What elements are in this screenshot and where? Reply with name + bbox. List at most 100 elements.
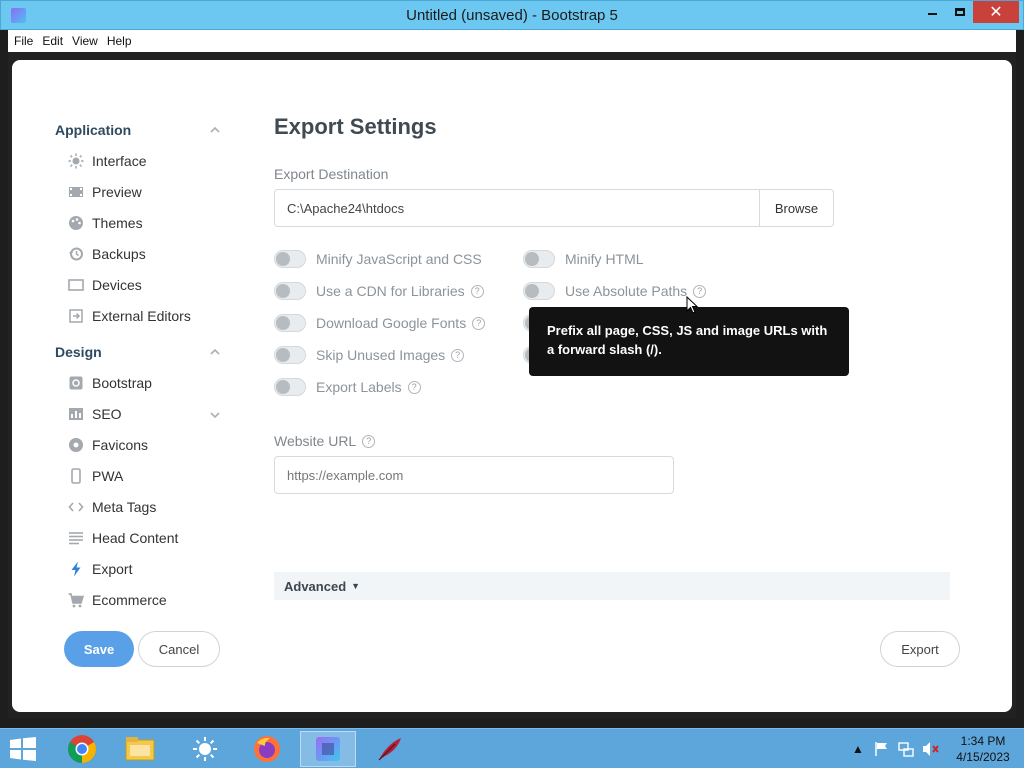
- sidebar-item-label: PWA: [92, 468, 124, 484]
- title-bar: Untitled (unsaved) - Bootstrap 5 ✕: [0, 0, 1024, 30]
- advanced-label: Advanced: [284, 578, 347, 594]
- circle-icon: [68, 437, 84, 453]
- window-title: Untitled (unsaved) - Bootstrap 5: [406, 7, 618, 24]
- absolute-paths-toggle[interactable]: [523, 282, 555, 300]
- folder-icon: [125, 737, 155, 761]
- toggle-row: Use Absolute Paths ?: [523, 280, 707, 302]
- maximize-button[interactable]: [947, 1, 973, 23]
- toggle-row: Use a CDN for Libraries ?: [274, 280, 484, 302]
- chrome-app[interactable]: [54, 731, 110, 767]
- sidebar-item-label: Ecommerce: [92, 592, 167, 608]
- website-url-input[interactable]: https://example.com: [274, 456, 674, 494]
- website-url-label: Website URL: [274, 433, 357, 449]
- sidebar-item-head-content[interactable]: Head Content: [68, 526, 178, 550]
- browse-button[interactable]: Browse: [759, 190, 833, 226]
- sidebar-item-external-editors[interactable]: External Editors: [68, 304, 191, 328]
- feather-app[interactable]: [362, 731, 418, 767]
- monitor-icon: [68, 277, 84, 293]
- chevron-up-icon[interactable]: [209, 124, 221, 136]
- sidebar-item-backups[interactable]: Backups: [68, 242, 146, 266]
- cancel-button[interactable]: Cancel: [138, 631, 220, 667]
- chrome-icon: [68, 735, 96, 763]
- sidebar-item-label: Backups: [92, 246, 146, 262]
- firefox-icon: [254, 736, 280, 762]
- sidebar-item-seo[interactable]: SEO: [68, 402, 122, 426]
- toggle-row: Minify JavaScript and CSS: [274, 248, 482, 270]
- sidebar-item-pwa[interactable]: PWA: [68, 464, 123, 488]
- close-button[interactable]: ✕: [973, 1, 1019, 23]
- export-labels-toggle[interactable]: [274, 378, 306, 396]
- help-icon[interactable]: ?: [472, 316, 486, 330]
- help-icon[interactable]: ?: [407, 380, 421, 394]
- mouse-cursor-icon: [686, 296, 698, 314]
- chevron-up-icon[interactable]: [209, 346, 221, 358]
- flag-icon[interactable]: [874, 729, 890, 768]
- chart-icon: [68, 406, 84, 422]
- export-button[interactable]: Export: [880, 631, 960, 667]
- menu-help[interactable]: Help: [107, 34, 132, 48]
- sidebar-item-devices[interactable]: Devices: [68, 273, 142, 297]
- code-icon: [68, 499, 84, 515]
- tooltip: Prefix all page, CSS, JS and image URLs …: [529, 307, 849, 376]
- external-icon: [68, 308, 84, 324]
- caret-down-icon: ▼: [351, 581, 361, 591]
- network-icon[interactable]: [898, 729, 914, 768]
- weather-app[interactable]: [177, 731, 233, 767]
- sidebar-item-interface[interactable]: Interface: [68, 149, 146, 173]
- export-destination-input[interactable]: C:\Apache24\htdocs: [275, 190, 759, 226]
- help-icon[interactable]: ?: [451, 348, 465, 362]
- menu-file[interactable]: File: [14, 34, 33, 48]
- toggle-row: Skip Unused Images ?: [274, 344, 465, 366]
- menu-bar: File Edit View Help: [8, 30, 1016, 52]
- menu-view[interactable]: View: [72, 34, 98, 48]
- skip-unused-images-toggle[interactable]: [274, 346, 306, 364]
- file-explorer-app[interactable]: [112, 731, 168, 767]
- use-cdn-toggle[interactable]: [274, 282, 306, 300]
- download-fonts-toggle[interactable]: [274, 314, 306, 332]
- sidebar-item-export[interactable]: Export: [68, 557, 132, 581]
- cart-icon: [68, 592, 84, 608]
- sidebar-item-label: Bootstrap: [92, 375, 152, 391]
- history-icon: [68, 246, 84, 262]
- taskbar: ▲ 1:34 PM 4/15/2023: [0, 728, 1024, 768]
- show-hidden-icons[interactable]: ▲: [852, 729, 864, 768]
- firefox-app[interactable]: [239, 731, 295, 767]
- help-icon[interactable]: ?: [362, 434, 376, 448]
- help-icon[interactable]: ?: [470, 284, 484, 298]
- taskbar-clock[interactable]: 1:34 PM 4/15/2023: [950, 733, 1016, 765]
- sidebar-item-meta-tags[interactable]: Meta Tags: [68, 495, 156, 519]
- save-button[interactable]: Save: [64, 631, 134, 667]
- bootstrap-studio-app[interactable]: [300, 731, 356, 767]
- minify-html-toggle[interactable]: [523, 250, 555, 268]
- toggle-label: Skip Unused Images: [316, 347, 446, 363]
- sidebar-section-design[interactable]: Design: [55, 344, 102, 360]
- sidebar-section-application[interactable]: Application: [55, 122, 131, 138]
- bootstrap-studio-icon: [316, 737, 340, 761]
- sidebar-item-label: Themes: [92, 215, 143, 231]
- clock-date: 4/15/2023: [956, 750, 1010, 764]
- sidebar-item-ecommerce[interactable]: Ecommerce: [68, 588, 167, 612]
- clock-time: 1:34 PM: [960, 734, 1006, 748]
- minimize-button[interactable]: [919, 1, 945, 23]
- volume-muted-icon[interactable]: [922, 729, 940, 768]
- sidebar-item-themes[interactable]: Themes: [68, 211, 143, 235]
- bolt-icon: [68, 561, 84, 577]
- sidebar-item-label: Export: [92, 561, 133, 577]
- sun-icon: [68, 153, 84, 169]
- toggle-label: Minify HTML: [565, 251, 644, 267]
- export-destination-group: C:\Apache24\htdocs Browse: [274, 189, 834, 227]
- sidebar-item-favicons[interactable]: Favicons: [68, 433, 148, 457]
- minify-js-css-toggle[interactable]: [274, 250, 306, 268]
- toggle-label: Use Absolute Paths: [565, 283, 688, 299]
- sidebar-item-label: Favicons: [92, 437, 149, 453]
- toggle-label: Export Labels: [316, 379, 402, 395]
- toggle-row: Download Google Fonts ?: [274, 312, 486, 334]
- windows-start-icon[interactable]: [8, 737, 38, 761]
- chevron-down-icon[interactable]: [209, 409, 221, 421]
- sidebar-item-bootstrap[interactable]: Bootstrap: [68, 371, 152, 395]
- advanced-toggle[interactable]: Advanced ▼: [274, 572, 950, 600]
- sidebar-item-label: Head Content: [92, 530, 179, 546]
- sidebar-item-preview[interactable]: Preview: [68, 180, 142, 204]
- menu-edit[interactable]: Edit: [42, 34, 63, 48]
- page-title: Export Settings: [274, 114, 437, 139]
